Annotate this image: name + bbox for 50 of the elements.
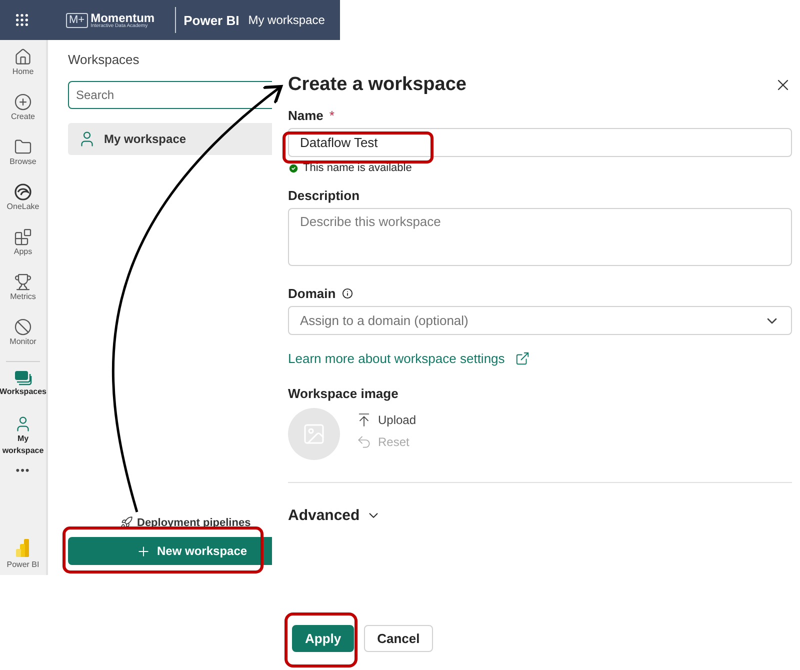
bar-chart-logo-icon — [16, 539, 30, 557]
blocks-icon — [14, 228, 32, 246]
person-icon — [78, 130, 96, 148]
home-icon — [14, 48, 32, 66]
external-link-icon — [514, 351, 530, 366]
validation-message: This name is available — [303, 162, 412, 174]
stacked-layers-icon — [14, 370, 32, 386]
cancel-button[interactable]: Cancel — [364, 625, 433, 652]
more-nav-button[interactable]: ••• — [16, 465, 30, 477]
apply-button[interactable]: Apply — [292, 625, 354, 652]
advanced-toggle[interactable]: Advanced — [288, 507, 381, 524]
logo-mark: M+ — [66, 12, 88, 28]
upload-button[interactable]: Upload — [356, 412, 416, 428]
app-launcher-icon[interactable] — [14, 12, 30, 28]
nav-item[interactable]: Home — [0, 44, 47, 89]
description-field[interactable]: Describe this workspace — [288, 208, 792, 266]
field-label: Name — [288, 108, 324, 123]
nav-item[interactable]: Monitor — [0, 314, 47, 359]
panel-title: Workspaces — [68, 52, 140, 67]
name-field[interactable]: Dataflow Test — [288, 128, 792, 157]
swirl-icon — [14, 183, 32, 201]
slashed-circle-icon — [14, 318, 32, 336]
field-label: Description — [288, 188, 360, 203]
check-circle-icon — [288, 162, 299, 174]
breadcrumb-location[interactable]: My workspace — [248, 13, 325, 27]
person-icon — [14, 415, 32, 433]
nav-item[interactable]: OneLake — [0, 179, 47, 224]
undo-icon — [356, 434, 372, 450]
domain-dropdown[interactable]: Assign to a domain (optional) — [288, 306, 792, 335]
deployment-pipelines-link[interactable]: Deployment pipelines — [120, 516, 251, 529]
folder-icon — [14, 138, 32, 156]
app-switcher[interactable]: Power BI — [6, 539, 40, 569]
learn-more-link[interactable]: Learn more about workspace settings — [288, 351, 792, 366]
nav-item[interactable]: Apps — [0, 224, 47, 269]
nav-item[interactable]: My workspace — [0, 411, 47, 457]
required-mark: * — [329, 108, 334, 123]
brand-name: Momentum — [90, 12, 155, 24]
info-icon[interactable] — [342, 288, 353, 299]
upload-icon — [356, 412, 372, 428]
field-label: Domain — [288, 286, 336, 301]
rocket-icon — [120, 516, 133, 529]
field-label: Workspace image — [288, 386, 398, 401]
nav-item[interactable]: Browse — [0, 134, 47, 179]
nav-item[interactable]: Create — [0, 89, 47, 134]
trophy-icon — [14, 273, 32, 291]
plus-circle-icon — [14, 93, 32, 111]
product-name: Power BI — [184, 12, 240, 28]
nav-item[interactable]: Metrics — [0, 269, 47, 314]
plus-icon — [136, 544, 151, 558]
image-icon — [302, 422, 326, 446]
